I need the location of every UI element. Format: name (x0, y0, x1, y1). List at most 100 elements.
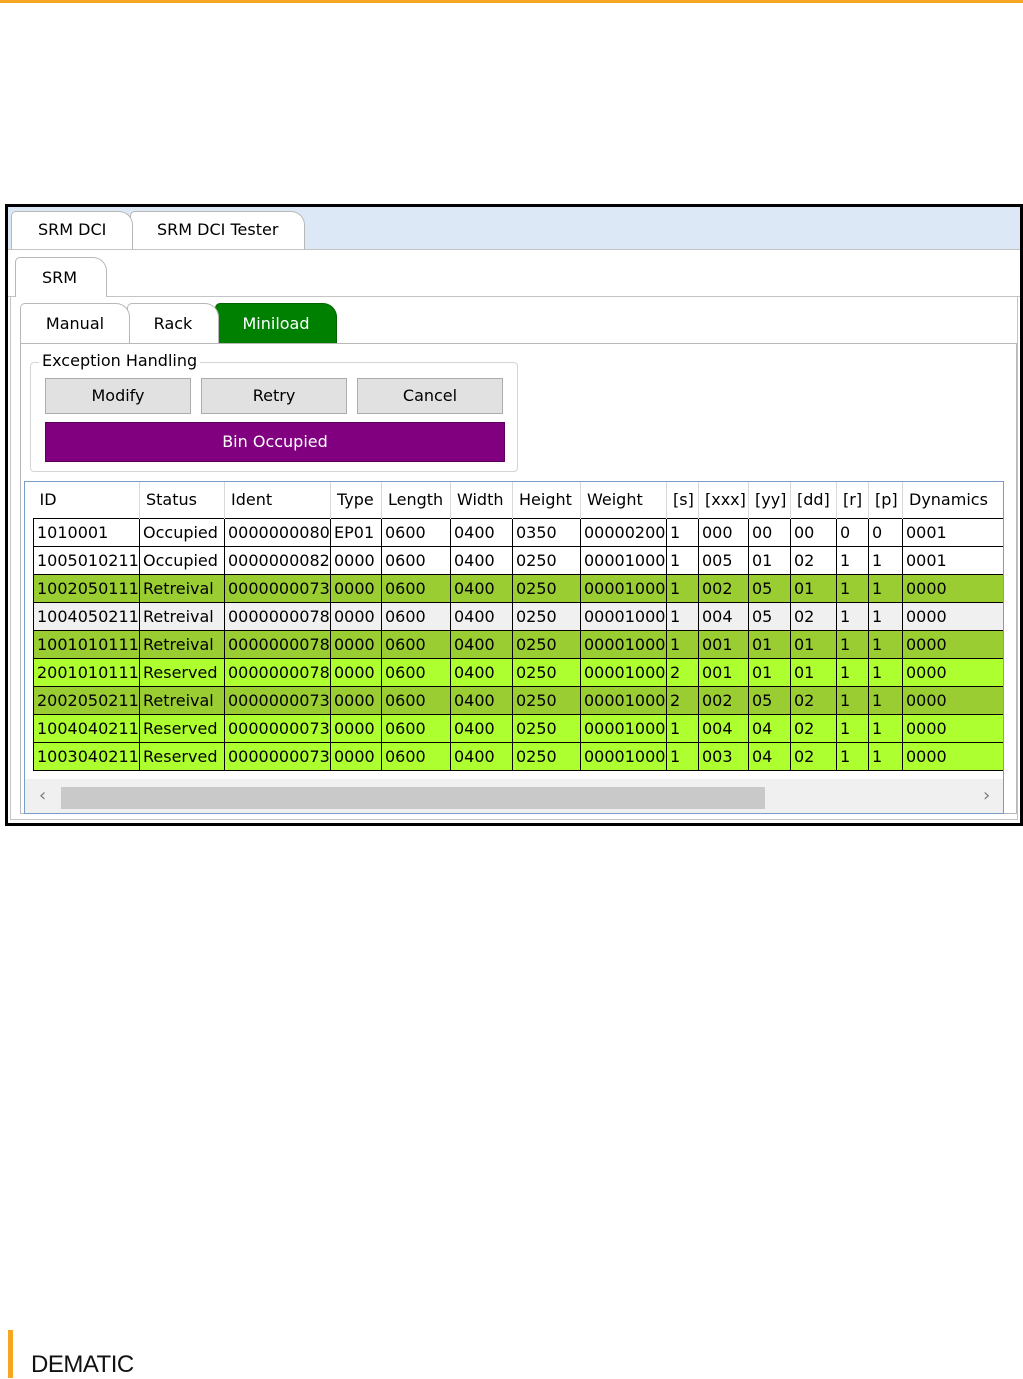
table-cell[interactable]: Reserved (139, 741, 225, 771)
table-cell[interactable]: 1 (666, 741, 699, 771)
table-cell[interactable]: 1 (836, 629, 869, 659)
table-cell[interactable]: 1004040211 (33, 713, 140, 743)
table-cell[interactable]: 01 (790, 573, 837, 603)
table-row[interactable]: 1001010111 Retreival 0000000078 0000 0600 040… (33, 629, 1003, 659)
table-cell[interactable]: 05 (748, 573, 791, 603)
table-cell[interactable]: 0001 (902, 517, 1003, 547)
tab-miniload[interactable]: Miniload (215, 303, 337, 343)
table-cell[interactable]: Reserved (139, 657, 225, 687)
table-cell[interactable]: Occupied (139, 545, 225, 575)
table-cell[interactable]: 00 (790, 517, 837, 547)
table-cell[interactable]: 0000000082 (224, 545, 331, 575)
table-cell[interactable]: 0000 (330, 741, 382, 771)
table-cell[interactable]: 1002050111 (33, 573, 140, 603)
table-cell[interactable]: 0600 (381, 545, 451, 575)
table-cell[interactable]: 1 (666, 713, 699, 743)
table-cell[interactable]: 00001000 (580, 573, 667, 603)
table-cell[interactable]: Retreival (139, 573, 225, 603)
table-cell[interactable]: 02 (790, 685, 837, 715)
table-cell[interactable]: 2002050211 (33, 685, 140, 715)
table-cell[interactable]: 0350 (512, 517, 581, 547)
table-cell[interactable]: 0250 (512, 713, 581, 743)
table-cell[interactable]: 0400 (450, 657, 513, 687)
table-cell[interactable]: 1 (836, 657, 869, 687)
table-cell[interactable]: 0000 (330, 629, 382, 659)
table-cell[interactable]: 0000 (330, 545, 382, 575)
column-header[interactable]: [dd] (790, 482, 837, 518)
column-header[interactable]: Type (330, 482, 382, 518)
table-cell[interactable]: 0000 (902, 713, 1003, 743)
table-cell[interactable]: 1 (868, 657, 903, 687)
table-cell[interactable]: 1 (868, 685, 903, 715)
table-cell[interactable]: 0000 (902, 741, 1003, 771)
table-cell[interactable]: 0000 (902, 685, 1003, 715)
table-cell[interactable]: 00001000 (580, 545, 667, 575)
table-cell[interactable]: 00001000 (580, 741, 667, 771)
table-cell[interactable]: 0400 (450, 685, 513, 715)
table-cell[interactable]: 01 (748, 545, 791, 575)
table-cell[interactable]: 0250 (512, 741, 581, 771)
table-cell[interactable]: 001 (698, 629, 749, 659)
table-cell[interactable]: 0 (868, 517, 903, 547)
column-header[interactable]: [s] (666, 482, 699, 518)
table-cell[interactable]: 0000000073 (224, 713, 331, 743)
table-row[interactable]: 1004040211 Reserved 0000000073 0000 0600 0400… (33, 713, 1003, 743)
table-cell[interactable]: 00000200 (580, 517, 667, 547)
table-cell[interactable]: 01 (748, 629, 791, 659)
table-cell[interactable]: 1 (836, 685, 869, 715)
table-cell[interactable]: 0000 (902, 573, 1003, 603)
table-cell[interactable]: 002 (698, 573, 749, 603)
table-cell[interactable]: 04 (748, 741, 791, 771)
table-cell[interactable]: 1004050211 (33, 601, 140, 631)
data-grid[interactable]: ID Status Ident Type Length Width Height Weight… (24, 481, 1004, 814)
table-cell[interactable]: 0000 (330, 573, 382, 603)
table-cell[interactable]: 0 (836, 517, 869, 547)
table-cell[interactable]: 1 (868, 741, 903, 771)
table-cell[interactable]: 004 (698, 601, 749, 631)
column-header[interactable]: Length (381, 482, 451, 518)
table-cell[interactable]: 02 (790, 713, 837, 743)
table-cell[interactable]: 001 (698, 657, 749, 687)
tab-srm-dci[interactable]: SRM DCI (11, 211, 133, 249)
table-cell[interactable]: Retreival (139, 629, 225, 659)
table-cell[interactable]: 003 (698, 741, 749, 771)
table-cell[interactable]: 0600 (381, 713, 451, 743)
table-cell[interactable]: 05 (748, 685, 791, 715)
table-cell[interactable]: 0600 (381, 517, 451, 547)
table-row[interactable]: 1005010211 Occupied 0000000082 0000 0600 0400… (33, 545, 1003, 575)
table-cell[interactable]: 0250 (512, 545, 581, 575)
table-cell[interactable]: 0000000078 (224, 657, 331, 687)
table-cell[interactable]: 1005010211 (33, 545, 140, 575)
table-cell[interactable]: EP01 (330, 517, 382, 547)
table-cell[interactable]: Retreival (139, 685, 225, 715)
table-cell[interactable]: 0000 (330, 685, 382, 715)
tab-rack[interactable]: Rack (127, 303, 219, 343)
table-cell[interactable]: 1 (868, 545, 903, 575)
table-cell[interactable]: Reserved (139, 713, 225, 743)
table-cell[interactable]: 0001 (902, 545, 1003, 575)
table-cell[interactable]: 1001010111 (33, 629, 140, 659)
table-row[interactable]: 1004050211 Retreival 0000000078 0000 0600 040… (33, 601, 1003, 631)
table-cell[interactable]: 0250 (512, 573, 581, 603)
table-cell[interactable]: 0400 (450, 629, 513, 659)
table-cell[interactable]: 0000 (902, 657, 1003, 687)
column-header[interactable]: Ident (224, 482, 331, 518)
table-cell[interactable]: 002 (698, 685, 749, 715)
column-header[interactable]: Width (450, 482, 513, 518)
bin-occupied-status-button[interactable]: Bin Occupied (45, 422, 505, 462)
table-cell[interactable]: 02 (790, 545, 837, 575)
table-cell[interactable]: 0400 (450, 713, 513, 743)
table-row[interactable]: 2002050211 Retreival 0000000073 0000 0600 040… (33, 685, 1003, 715)
table-cell[interactable]: 0600 (381, 629, 451, 659)
table-cell[interactable]: 01 (748, 657, 791, 687)
table-cell[interactable]: 2 (666, 685, 699, 715)
scrollbar-thumb[interactable] (61, 787, 765, 809)
table-cell[interactable]: 1 (836, 573, 869, 603)
table-cell[interactable]: 1 (836, 713, 869, 743)
table-cell[interactable]: 01 (790, 657, 837, 687)
table-cell[interactable]: 0600 (381, 573, 451, 603)
table-cell[interactable]: 04 (748, 713, 791, 743)
table-cell[interactable]: 0400 (450, 545, 513, 575)
column-header[interactable]: ID (33, 482, 140, 518)
column-header[interactable]: [yy] (748, 482, 791, 518)
